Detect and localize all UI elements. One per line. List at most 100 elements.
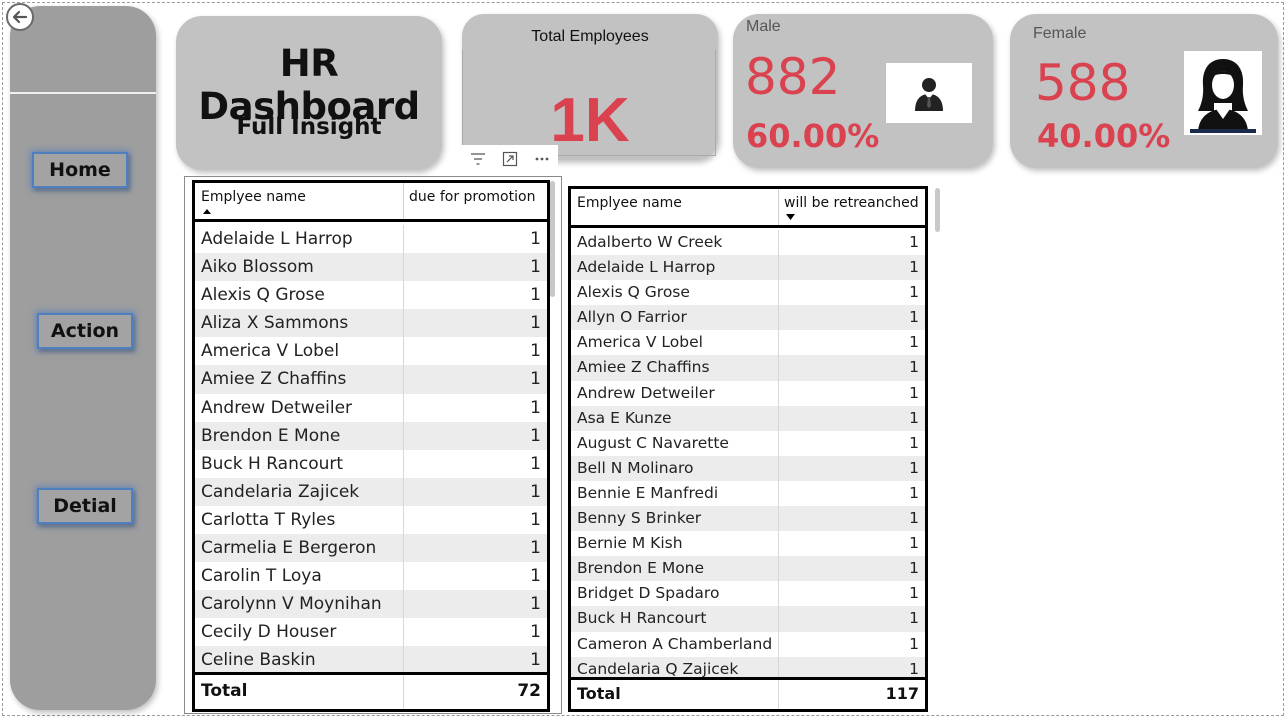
value-cell: 1: [909, 408, 919, 427]
female-card[interactable]: Female 588 40.00%: [1010, 14, 1278, 168]
focus-mode-button[interactable]: [496, 147, 524, 171]
table-row[interactable]: Buck H Rancourt 1: [195, 449, 547, 478]
value-cell: 1: [909, 433, 919, 452]
table-row[interactable]: Bell N Molinaro 1: [571, 455, 925, 481]
cell-separator: [403, 449, 404, 478]
ellipsis-icon: [535, 157, 549, 161]
cell-separator: [403, 562, 404, 591]
table-row[interactable]: Alexis Q Grose 1: [195, 281, 547, 310]
male-card[interactable]: Male 882 60.00%: [733, 14, 993, 168]
employee-name-cell: Carolin T Loya: [201, 566, 322, 587]
value-cell: 1: [909, 283, 919, 302]
value-cell: 1: [909, 333, 919, 352]
nav-home-button[interactable]: Home: [32, 152, 128, 188]
value-cell: 1: [530, 622, 541, 643]
value-cell: 1: [909, 258, 919, 277]
nav-action-button[interactable]: Action: [37, 313, 133, 349]
table-row[interactable]: Bridget D Spadaro 1: [571, 581, 925, 607]
table-row[interactable]: Cameron A Chamberland 1: [571, 631, 925, 657]
total-employees-card[interactable]: Total Employees 1K: [462, 14, 718, 160]
table-row[interactable]: Carlotta T Ryles 1: [195, 505, 547, 535]
table-row[interactable]: Adelaide L Harrop 1: [195, 225, 547, 254]
table-row[interactable]: Cecily D Houser 1: [195, 618, 547, 647]
table-row[interactable]: Allyn O Farrior 1: [571, 305, 925, 331]
cell-separator: [778, 280, 779, 306]
table-row[interactable]: Carolynn V Moynihan 1: [195, 590, 547, 619]
cell-separator: [778, 606, 779, 632]
value-cell: 1: [909, 534, 919, 553]
cell-separator: [403, 477, 404, 506]
table-row[interactable]: Asa E Kunze 1: [571, 405, 925, 431]
table-row[interactable]: Candelaria Zajicek 1: [195, 477, 547, 506]
employee-name-cell: Carmelia E Bergeron: [201, 538, 377, 559]
table-row[interactable]: Aiko Blossom 1: [195, 253, 547, 282]
table-row[interactable]: Bennie E Manfredi 1: [571, 480, 925, 507]
employee-name-cell: Cecily D Houser: [201, 622, 337, 643]
cell-separator: [403, 309, 404, 338]
promotion-scrollbar[interactable]: [550, 181, 555, 297]
cell-separator: [403, 505, 404, 535]
table-row[interactable]: August C Navarette 1: [571, 430, 925, 456]
column-header-name[interactable]: Emplyee name: [201, 189, 306, 205]
cell-separator: [778, 230, 779, 256]
page-subtitle: Full Insight: [236, 114, 382, 140]
cell-separator: [778, 480, 779, 507]
table-row[interactable]: Carmelia E Bergeron 1: [195, 534, 547, 563]
nav-detail-button[interactable]: Detial: [37, 488, 133, 524]
table-row[interactable]: Adelaide L Harrop 1: [571, 255, 925, 281]
cell-separator: [778, 631, 779, 657]
employee-name-cell: America V Lobel: [577, 333, 703, 352]
employee-name-cell: Andrew Detweiler: [577, 383, 715, 402]
table-row[interactable]: Amiee Z Chaffins 1: [571, 355, 925, 381]
total-employees-value: 1K: [550, 86, 630, 155]
employee-name-cell: Celine Baskin: [201, 650, 316, 671]
table-row[interactable]: Alexis Q Grose 1: [571, 280, 925, 306]
cell-separator: [403, 421, 404, 450]
employee-name-cell: Carolynn V Moynihan: [201, 594, 382, 615]
promotion-table-body: Adelaide L Harrop 1 Aiko Blossom 1 Alexis Q …: [195, 225, 547, 675]
cell-separator: [778, 430, 779, 456]
table-row[interactable]: Buck H Rancourt 1: [571, 606, 925, 632]
cell-separator: [403, 253, 404, 282]
promotion-table-header: Emplyee name due for promotion: [195, 183, 547, 222]
employee-name-cell: Aiko Blossom: [201, 257, 314, 278]
cell-separator: [778, 380, 779, 406]
retrench-scrollbar[interactable]: [935, 188, 940, 232]
table-row[interactable]: Brendon E Mone 1: [571, 556, 925, 582]
male-label: Male: [746, 18, 781, 35]
cell-separator: [403, 534, 404, 563]
employee-name-cell: Buck H Rancourt: [577, 609, 707, 628]
filter-button[interactable]: [464, 147, 492, 171]
back-button[interactable]: [6, 3, 34, 31]
table-row[interactable]: Bernie M Kish 1: [571, 531, 925, 557]
column-header-retrench[interactable]: will be retreanched: [784, 195, 919, 211]
more-options-button[interactable]: [528, 147, 556, 171]
employee-name-cell: Cameron A Chamberland: [577, 634, 773, 653]
value-cell: 1: [530, 566, 541, 587]
employee-name-cell: Benny S Brinker: [577, 509, 702, 528]
value-cell: 1: [530, 313, 541, 334]
cell-separator: [778, 581, 779, 607]
table-row[interactable]: Andrew Detweiler 1: [571, 380, 925, 406]
table-row[interactable]: Amiee Z Chaffins 1: [195, 365, 547, 394]
table-row[interactable]: Aliza X Sammons 1: [195, 309, 547, 338]
table-row[interactable]: America V Lobel 1: [195, 337, 547, 366]
column-header-name[interactable]: Emplyee name: [577, 195, 682, 211]
header-separator: [778, 189, 779, 225]
employee-name-cell: Alexis Q Grose: [577, 283, 690, 302]
employee-name-cell: Candelaria Q Zajicek: [577, 659, 739, 678]
table-row[interactable]: Adalberto W Creek 1: [571, 230, 925, 256]
table-row[interactable]: Carolin T Loya 1: [195, 562, 547, 591]
employee-name-cell: Asa E Kunze: [577, 408, 672, 427]
employee-name-cell: Aliza X Sammons: [201, 313, 349, 334]
table-row[interactable]: America V Lobel 1: [571, 330, 925, 356]
employee-name-cell: Bell N Molinaro: [577, 458, 694, 477]
cell-separator: [403, 225, 404, 254]
employee-name-cell: Adelaide L Harrop: [577, 258, 716, 277]
value-cell: 1: [530, 509, 541, 530]
table-row[interactable]: Andrew Detweiler 1: [195, 393, 547, 422]
table-row[interactable]: Benny S Brinker 1: [571, 506, 925, 532]
table-row[interactable]: Celine Baskin 1: [195, 646, 547, 675]
table-row[interactable]: Brendon E Mone 1: [195, 421, 547, 450]
column-header-promotion[interactable]: due for promotion: [409, 189, 535, 205]
